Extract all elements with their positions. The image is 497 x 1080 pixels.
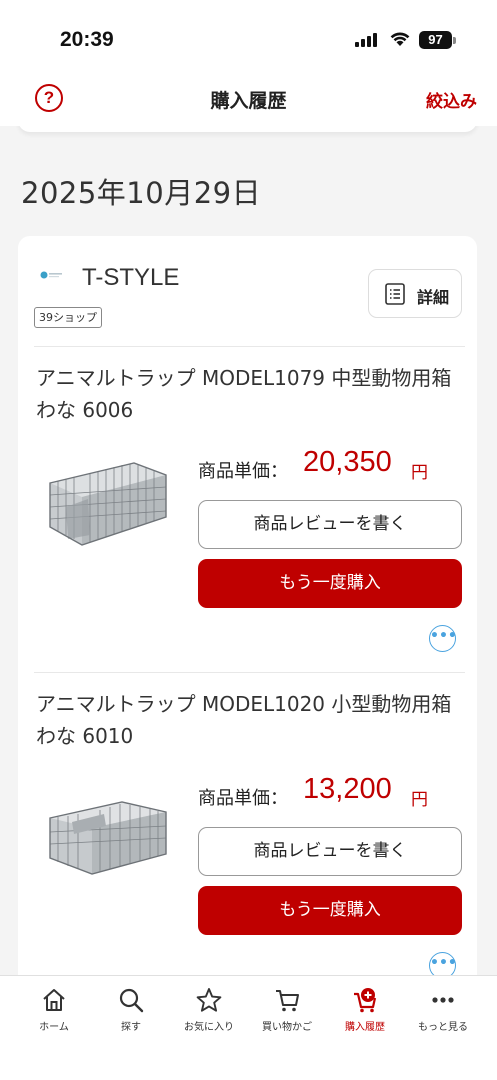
tab-label: 買い物かご	[262, 1022, 312, 1033]
tab-purchase-history[interactable]: 購入履歴	[325, 986, 405, 1033]
document-icon	[385, 283, 405, 305]
tab-more[interactable]: もっと見る	[403, 986, 483, 1033]
home-icon	[43, 989, 65, 1011]
more-icon	[432, 997, 454, 1003]
detail-label: 詳細	[417, 288, 450, 307]
bottom-tab-bar: ホーム 探す お気に入り 買い物かご 購入履歴 もっと見る	[0, 975, 497, 1080]
wifi-icon	[390, 32, 410, 46]
purchase-history-icon	[354, 988, 377, 1013]
tab-favorites[interactable]: お気に入り	[169, 986, 249, 1033]
page-title: 購入履歴	[210, 90, 287, 112]
tab-cart[interactable]: 買い物かご	[247, 986, 327, 1033]
product-image-trap-6010[interactable]	[42, 788, 172, 888]
price-currency: 円	[411, 463, 428, 483]
star-icon	[196, 988, 222, 1012]
tab-label: もっと見る	[418, 1022, 468, 1033]
search-icon	[119, 988, 144, 1013]
order-date: 2025年10月29日	[21, 176, 262, 210]
status-bar: 20:39 97	[0, 0, 497, 70]
tab-label: お気に入り	[184, 1022, 234, 1033]
shop-badge: 39ショップ	[34, 307, 102, 328]
clock: 20:39	[60, 28, 114, 51]
tab-label: 購入履歴	[345, 1022, 385, 1033]
price-currency: 円	[411, 790, 428, 810]
shop-logo	[40, 271, 62, 279]
buy-again-button[interactable]: もう一度購入	[198, 559, 462, 608]
write-review-button[interactable]: 商品レビューを書く	[198, 827, 462, 876]
cellular-signal-icon	[355, 33, 377, 47]
battery-tip	[453, 37, 456, 44]
shop-name[interactable]: T-STYLE	[82, 264, 179, 292]
tab-home[interactable]: ホーム	[14, 986, 94, 1033]
battery-level: 97	[428, 32, 443, 47]
price-value: 20,350	[303, 446, 392, 478]
more-options-icon[interactable]: •••	[429, 625, 457, 652]
product-image-trap-6006[interactable]	[42, 455, 172, 555]
tab-label: 探す	[121, 1022, 141, 1033]
price-label: 商品単価：	[198, 788, 288, 809]
filter-button[interactable]: 絞込み	[426, 87, 477, 112]
battery-indicator: 97	[419, 31, 452, 49]
cart-icon	[276, 990, 299, 1012]
divider	[34, 346, 465, 347]
product-title[interactable]: アニマルトラップ MODEL1079 中型動物用箱わな 6006	[36, 362, 456, 426]
price-label: 商品単価：	[198, 461, 288, 482]
write-review-button[interactable]: 商品レビューを書く	[198, 500, 462, 549]
tab-label: ホーム	[39, 1022, 69, 1033]
detail-button[interactable]: 詳細	[368, 269, 462, 318]
product-title[interactable]: アニマルトラップ MODEL1020 小型動物用箱わな 6010	[36, 688, 456, 752]
tab-search[interactable]: 探す	[91, 986, 171, 1033]
price-value: 13,200	[303, 773, 392, 805]
buy-again-button[interactable]: もう一度購入	[198, 886, 462, 935]
divider	[34, 672, 465, 673]
